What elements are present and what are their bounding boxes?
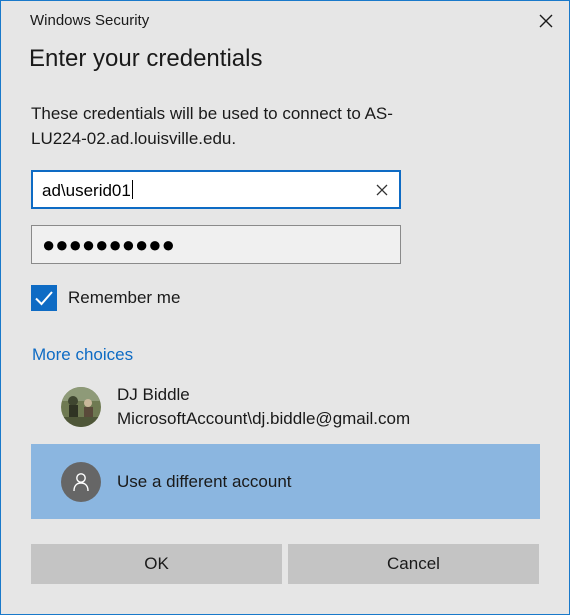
cancel-button[interactable]: Cancel xyxy=(288,544,539,584)
username-text: ad\userid01 xyxy=(42,181,131,200)
password-field[interactable]: ●●●●●●●●●● xyxy=(31,225,401,264)
account-text: DJ Biddle MicrosoftAccount\dj.biddle@gma… xyxy=(117,383,410,431)
account-detail: MicrosoftAccount\dj.biddle@gmail.com xyxy=(117,409,411,428)
remember-me-label[interactable]: Remember me xyxy=(68,288,180,308)
dialog-description: These credentials will be used to connec… xyxy=(31,104,393,148)
close-icon xyxy=(539,14,553,28)
user-photo-avatar xyxy=(61,387,101,427)
username-field[interactable]: ad\userid01 xyxy=(31,170,401,209)
more-choices-link[interactable]: More choices xyxy=(32,345,133,365)
clear-username-button[interactable] xyxy=(371,179,393,201)
remember-me-checkbox[interactable] xyxy=(31,285,57,311)
different-account-label: Use a different account xyxy=(117,471,292,491)
generic-avatar xyxy=(61,461,101,502)
credentials-dialog: Windows Security Enter your credentials … xyxy=(0,0,570,615)
user-photo xyxy=(61,387,101,427)
checkmark-icon xyxy=(35,291,53,306)
text-caret xyxy=(131,180,133,199)
password-masked-value: ●●●●●●●●●● xyxy=(42,232,175,257)
account-name: DJ Biddle xyxy=(117,385,190,404)
ok-button[interactable]: OK xyxy=(31,544,282,584)
window-title: Windows Security xyxy=(30,12,150,29)
remember-me-row[interactable]: Remember me xyxy=(31,285,180,311)
close-button[interactable] xyxy=(523,1,569,41)
dialog-heading: Enter your credentials xyxy=(29,45,263,72)
person-icon xyxy=(73,472,89,491)
account-option-dj-biddle[interactable]: DJ Biddle MicrosoftAccount\dj.biddle@gma… xyxy=(31,378,540,436)
title-bar: Windows Security xyxy=(1,1,569,41)
use-different-account-option[interactable]: Use a different account xyxy=(31,444,540,519)
username-value[interactable]: ad\userid01 xyxy=(42,180,133,201)
clear-x-icon xyxy=(376,184,388,196)
